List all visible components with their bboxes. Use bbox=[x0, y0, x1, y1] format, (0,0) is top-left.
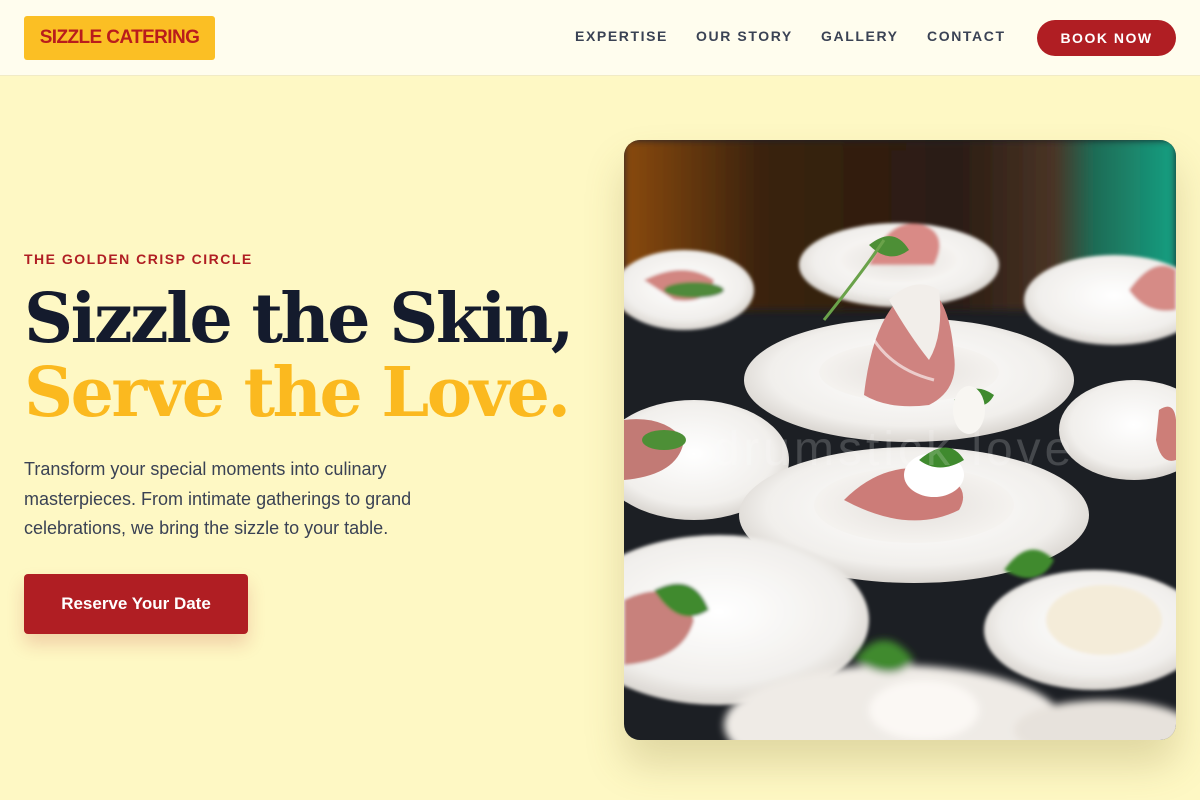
nav-link-contact[interactable]: CONTACT bbox=[927, 28, 1006, 44]
image-watermark: drumstick love bbox=[713, 423, 1076, 476]
brand-logo[interactable]: SIZZLE CATERING bbox=[24, 16, 215, 60]
top-navbar: SIZZLE CATERING EXPERTISE OUR STORY GALL… bbox=[0, 0, 1200, 76]
hero-food-image: drumstick love bbox=[624, 140, 1176, 740]
headline-line-1: Sizzle the Skin, bbox=[24, 279, 574, 359]
reserve-date-button[interactable]: Reserve Your Date bbox=[24, 574, 248, 634]
headline-line-2: Serve the Love. bbox=[24, 353, 571, 433]
plated-appetizers-photo: drumstick love bbox=[624, 140, 1176, 740]
nav-link-expertise[interactable]: EXPERTISE bbox=[575, 28, 668, 44]
hero-headline: Sizzle the Skin, Serve the Love. bbox=[24, 279, 574, 433]
nav-link-gallery[interactable]: GALLERY bbox=[821, 28, 899, 44]
book-now-button[interactable]: BOOK NOW bbox=[1037, 20, 1176, 56]
hero-eyebrow: THE GOLDEN CRISP CIRCLE bbox=[24, 251, 253, 267]
hero-description: Transform your special moments into culi… bbox=[24, 459, 412, 538]
nav-link-our-story[interactable]: OUR STORY bbox=[696, 28, 793, 44]
